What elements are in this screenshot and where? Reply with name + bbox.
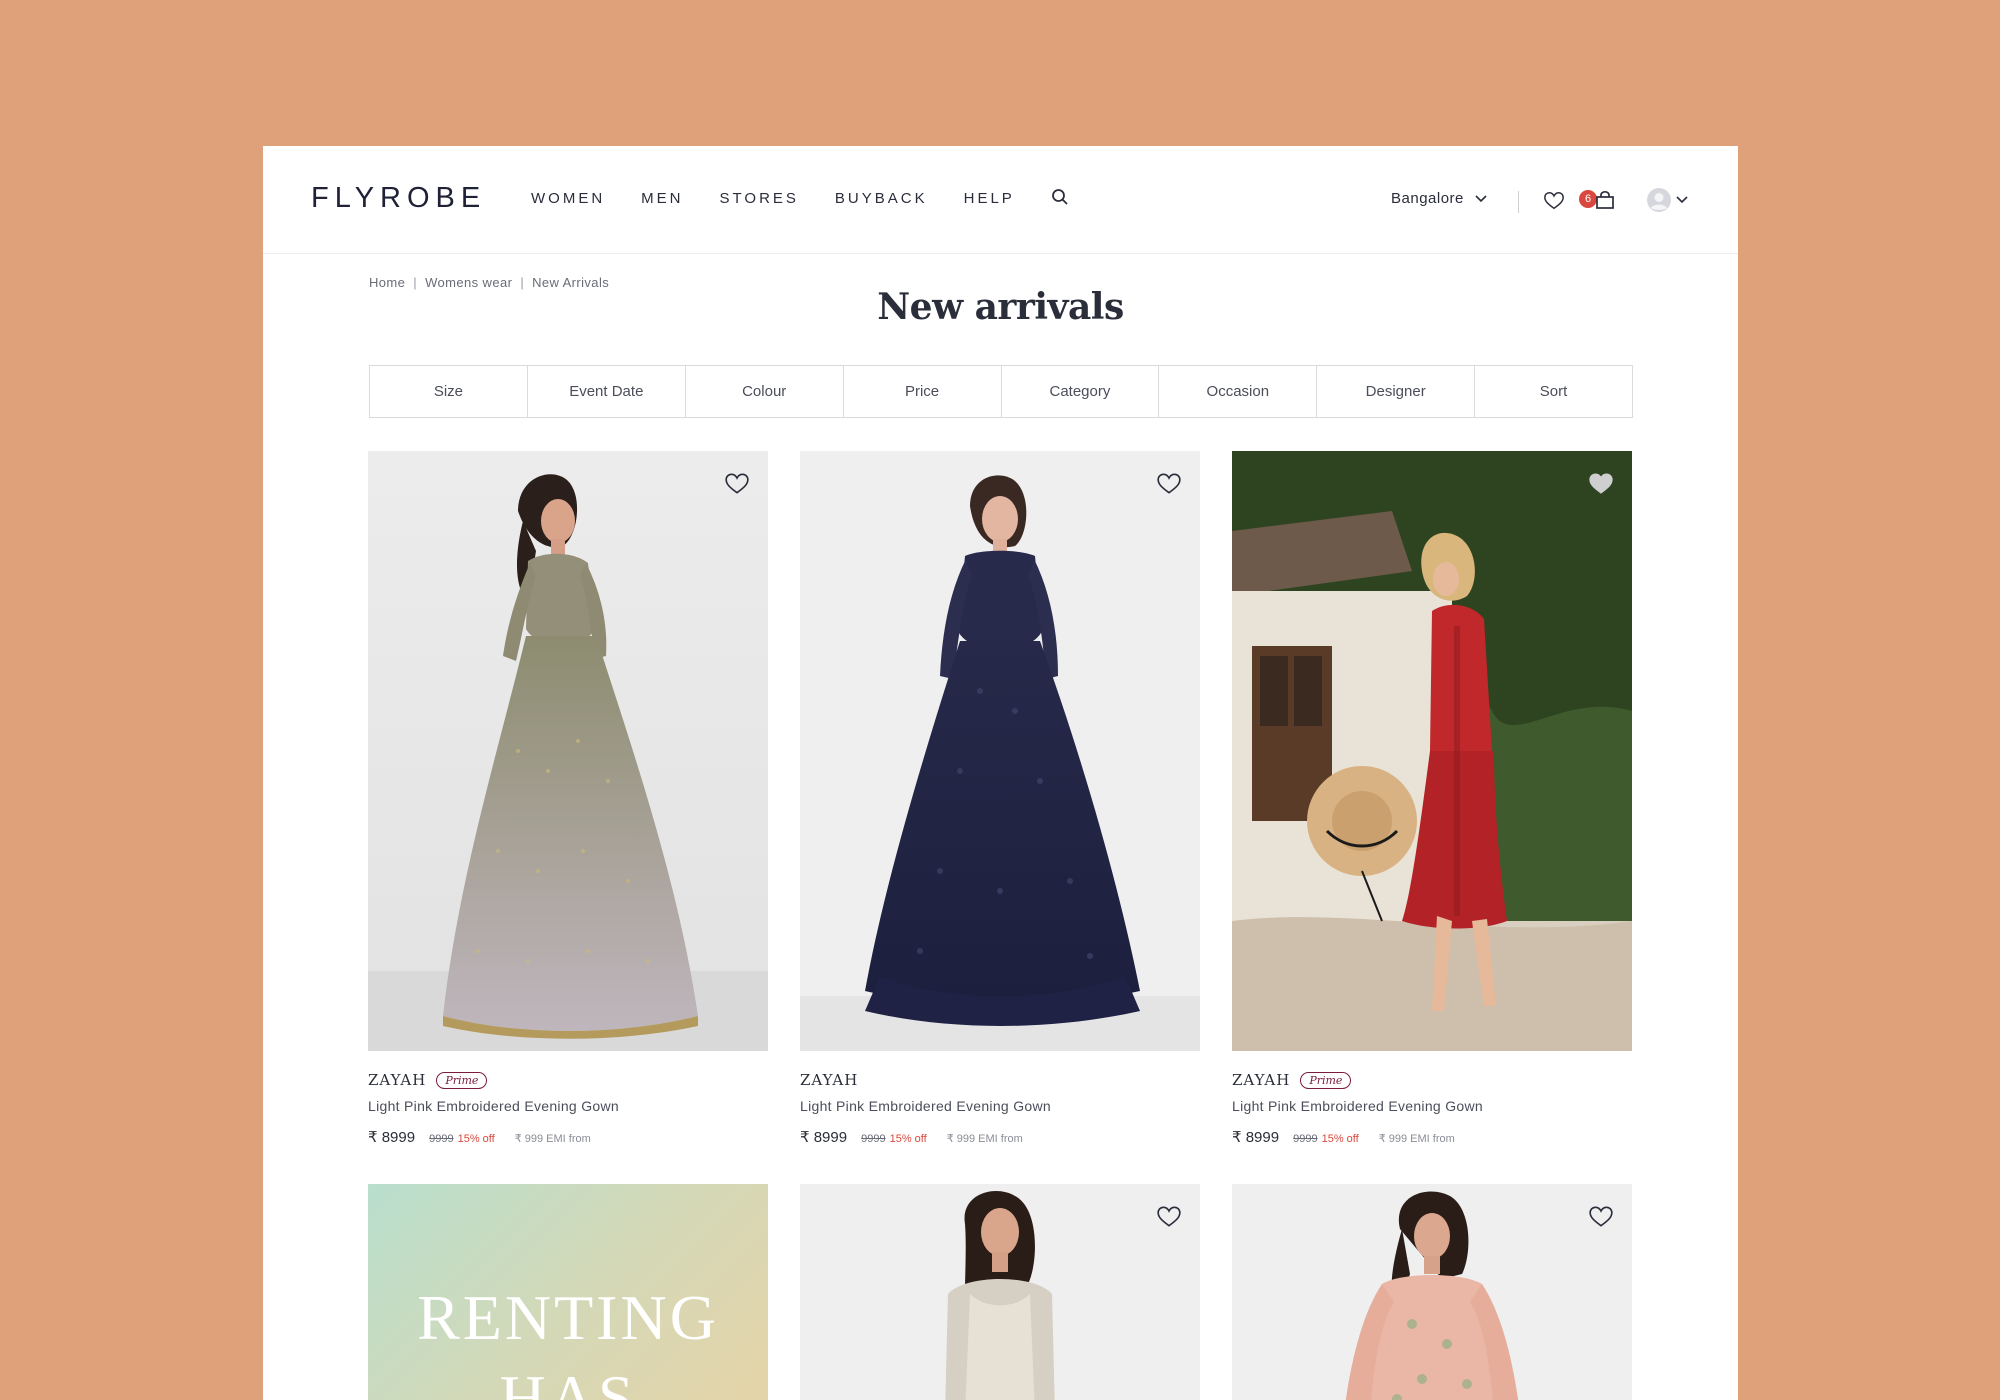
browser-page: FLYROBE WOMEN MEN STORES BUYBACK HELP Ba… — [263, 146, 1738, 1400]
price-row: ₹ 8999 9999 15% off ₹ 999 EMI from — [800, 1128, 1200, 1146]
product-photo-ivory-gown — [800, 1184, 1200, 1400]
product-discount: 15% off — [889, 1133, 927, 1145]
product-brand[interactable]: ZAYAH — [800, 1071, 858, 1089]
chevron-down-icon — [1676, 196, 1688, 204]
main-nav: WOMEN MEN STORES BUYBACK HELP — [531, 188, 1069, 207]
product-card[interactable] — [1232, 1184, 1632, 1400]
search-icon[interactable] — [1051, 188, 1069, 206]
price-row: ₹ 8999 9999 15% off ₹ 999 EMI from — [368, 1128, 768, 1146]
sort-dropdown[interactable]: Sort — [1475, 366, 1632, 417]
product-image[interactable] — [800, 451, 1200, 1051]
prime-badge: Prime — [436, 1071, 488, 1089]
product-emi: ₹ 999 EMI from — [1378, 1133, 1455, 1145]
product-image[interactable] — [1232, 1184, 1632, 1400]
city-label: Bangalore — [1391, 190, 1464, 207]
product-card[interactable]: ZAYAH Prime Light Pink Embroidered Eveni… — [1232, 451, 1632, 1146]
wishlist-heart-icon[interactable] — [724, 471, 750, 497]
promo-image[interactable]: RENTING HAS — [368, 1184, 768, 1400]
page-title: New arrivals — [877, 286, 1124, 328]
product-card[interactable]: ZAYAH Light Pink Embroidered Evening Gow… — [800, 451, 1200, 1146]
filter-price[interactable]: Price — [844, 366, 1002, 417]
wishlist-heart-icon[interactable] — [1588, 1204, 1614, 1230]
avatar-icon — [1647, 188, 1671, 212]
product-image[interactable] — [368, 451, 768, 1051]
filter-event-date[interactable]: Event Date — [528, 366, 686, 417]
brand-row: ZAYAH Prime — [1232, 1071, 1632, 1089]
product-name[interactable]: Light Pink Embroidered Evening Gown — [800, 1098, 1200, 1114]
wishlist-heart-icon[interactable] — [1156, 471, 1182, 497]
product-mrp: 9999 — [1293, 1133, 1318, 1145]
filter-size[interactable]: Size — [370, 366, 528, 417]
product-emi: ₹ 999 EMI from — [946, 1133, 1023, 1145]
product-price: ₹ 8999 — [800, 1129, 848, 1146]
product-name[interactable]: Light Pink Embroidered Evening Gown — [1232, 1098, 1632, 1114]
wishlist-heart-icon[interactable] — [1543, 190, 1565, 212]
product-mrp: 9999 — [429, 1133, 454, 1145]
nav-buyback[interactable]: BUYBACK — [835, 190, 928, 207]
product-discount: 15% off — [457, 1133, 495, 1145]
promo-line-2: HAS — [499, 1362, 637, 1400]
promo-line-1: RENTING — [417, 1282, 719, 1353]
product-photo-gown-grey — [368, 451, 768, 1051]
cart-button[interactable]: 6 — [1579, 188, 1619, 214]
filter-colour[interactable]: Colour — [686, 366, 844, 417]
brand-row: ZAYAH — [800, 1071, 1200, 1089]
chevron-down-icon — [1475, 194, 1487, 202]
nav-women[interactable]: WOMEN — [531, 190, 605, 207]
wishlist-heart-icon[interactable] — [1588, 471, 1614, 497]
product-price: ₹ 8999 — [1232, 1129, 1280, 1146]
filter-designer[interactable]: Designer — [1317, 366, 1476, 417]
city-selector[interactable]: Bangalore — [1391, 190, 1488, 207]
shopping-bag-icon — [1596, 190, 1614, 209]
prime-badge: Prime — [1300, 1071, 1352, 1089]
product-mrp: 9999 — [861, 1133, 886, 1145]
site-header: FLYROBE WOMEN MEN STORES BUYBACK HELP Ba… — [263, 146, 1738, 254]
header-divider — [1518, 191, 1519, 213]
price-row: ₹ 8999 9999 15% off ₹ 999 EMI from — [1232, 1128, 1632, 1146]
product-image[interactable] — [800, 1184, 1200, 1400]
product-photo-gown-navy — [800, 451, 1200, 1051]
wishlist-heart-icon[interactable] — [1156, 1204, 1182, 1230]
product-photo-red-dress — [1232, 451, 1632, 1051]
nav-help[interactable]: HELP — [964, 190, 1015, 207]
filter-bar: Size Event Date Colour Price Category Oc… — [369, 365, 1633, 418]
filter-category[interactable]: Category — [1002, 366, 1160, 417]
account-menu[interactable] — [1647, 188, 1689, 212]
nav-stores[interactable]: STORES — [720, 190, 799, 207]
product-brand[interactable]: ZAYAH — [1232, 1071, 1290, 1089]
nav-men[interactable]: MEN — [641, 190, 683, 207]
product-photo-peach-kurta — [1232, 1184, 1632, 1400]
filter-occasion[interactable]: Occasion — [1159, 366, 1318, 417]
promo-banner[interactable]: RENTING HAS — [368, 1184, 768, 1400]
product-emi: ₹ 999 EMI from — [514, 1133, 591, 1145]
brand-row: ZAYAH Prime — [368, 1071, 768, 1089]
product-image[interactable] — [1232, 451, 1632, 1051]
product-name[interactable]: Light Pink Embroidered Evening Gown — [368, 1098, 768, 1114]
product-price: ₹ 8999 — [368, 1129, 416, 1146]
flyrobe-logo[interactable]: FLYROBE — [311, 182, 486, 215]
product-discount: 15% off — [1321, 1133, 1359, 1145]
product-card[interactable]: ZAYAH Prime Light Pink Embroidered Eveni… — [368, 451, 768, 1146]
product-brand[interactable]: ZAYAH — [368, 1071, 426, 1089]
promo-text: RENTING HAS — [368, 1278, 768, 1400]
product-card[interactable] — [800, 1184, 1200, 1400]
